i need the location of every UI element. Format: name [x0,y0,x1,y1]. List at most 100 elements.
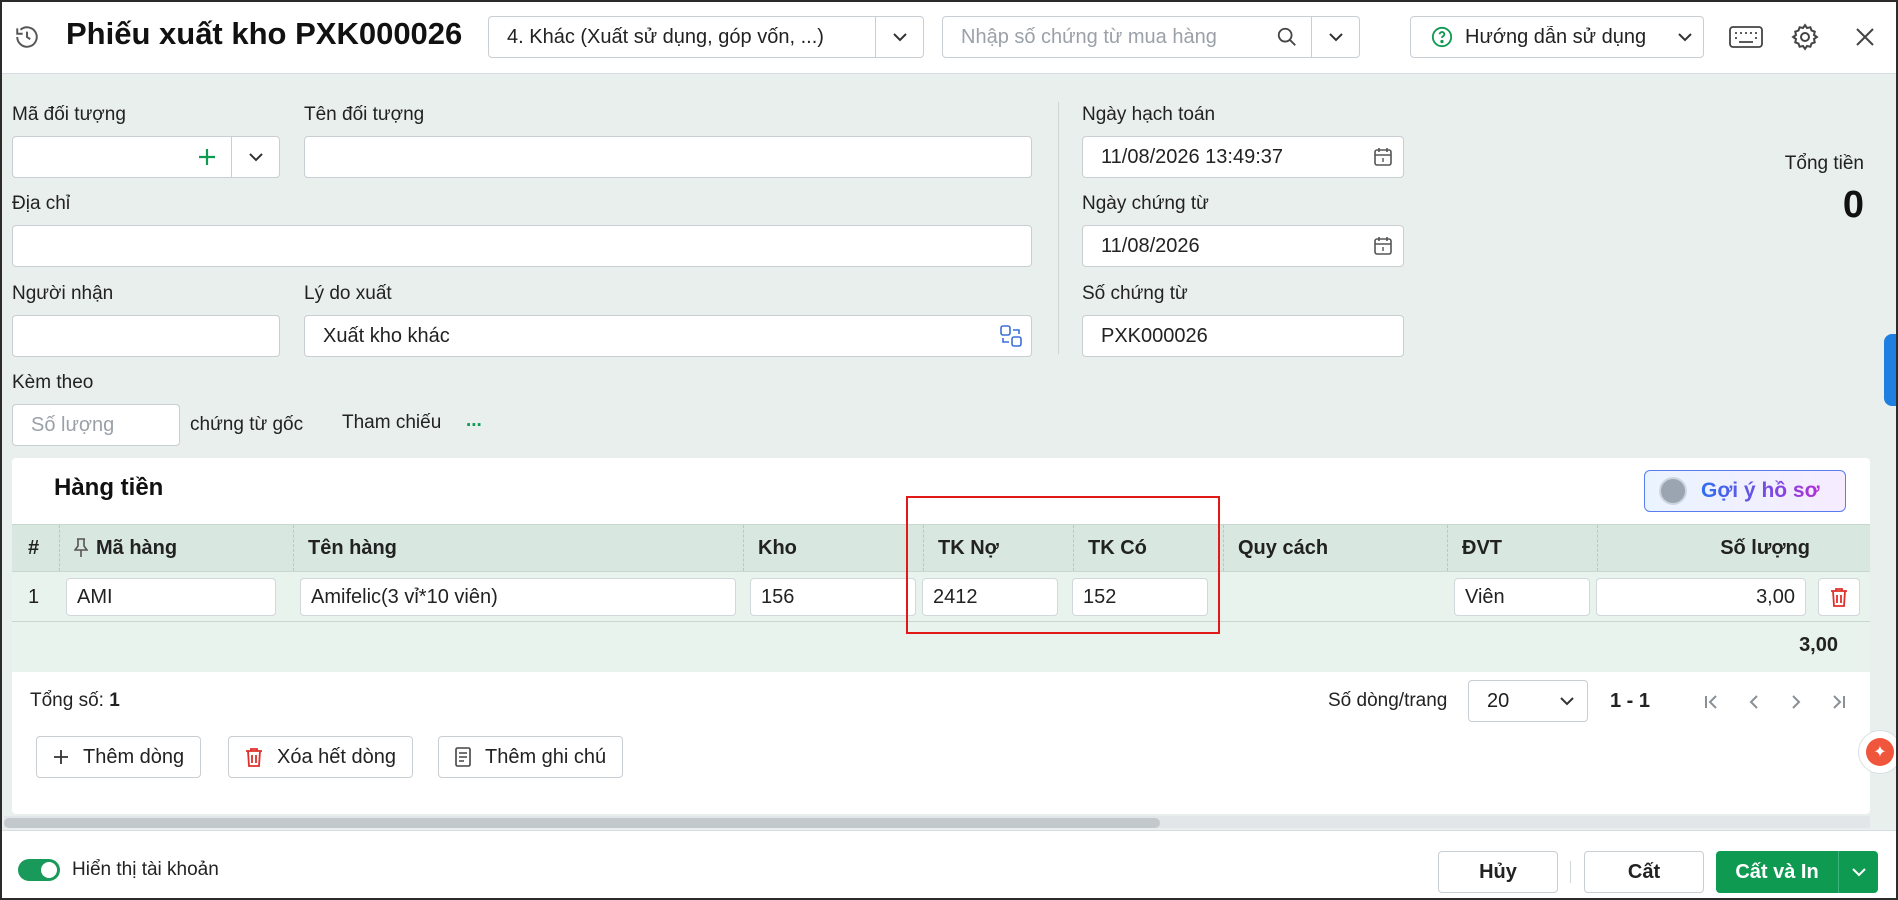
page-range: 1 - 1 [1610,690,1651,712]
chung-tu-goc-label: chứng từ gốc [190,414,304,435]
nguoi-nhan-field[interactable] [12,315,280,357]
tham-chieu-link[interactable]: Tham chiếu [342,412,441,434]
form-divider [1058,102,1059,354]
ngay-hach-toan-field[interactable]: 11/08/2026 13:49:37 [1082,136,1404,178]
col-ten-hang: Tên hàng [294,525,744,571]
help-dropdown[interactable]: Hướng dẫn sử dụng [1410,16,1704,58]
add-note-label: Thêm ghi chú [485,745,607,768]
ly-do-value[interactable]: Xuất kho khác [323,325,991,348]
table-row: 1 AMI Amifelic(3 vỉ*10 viên) 156 2412 15… [12,572,1870,622]
footer-bar: Hiển thị tài khoản Hủy Cất Cất và In [2,830,1896,898]
total-count: Tổng số: 1 [30,690,120,712]
sum-so-luong: 3,00 [1799,634,1838,656]
keyboard-icon[interactable] [1726,20,1766,54]
nguoi-nhan-label: Người nhận [12,283,114,304]
trash-icon[interactable] [1818,578,1860,616]
horizontal-scrollbar[interactable] [4,816,1870,828]
so-chung-tu-label: Số chứng từ [1082,283,1188,304]
avatar [1659,477,1687,505]
ngay-chung-tu-field[interactable]: 11/08/2026 [1082,225,1404,267]
goi-y-ho-so-button[interactable]: Gợi ý hồ sơ [1644,470,1846,512]
history-icon[interactable] [10,20,44,54]
ngay-hach-toan-value[interactable]: 11/08/2026 13:49:37 [1101,146,1363,169]
col-tk-co: TK Có [1074,525,1224,571]
ten-doi-tuong-field[interactable] [304,136,1032,178]
rows-per-page-label: Số dòng/trang [1328,690,1448,711]
ai-assistant-button[interactable]: ✦ [1858,730,1896,774]
last-page-icon[interactable] [1824,688,1852,716]
summary-row: 3,00 [12,622,1870,672]
scrollbar-thumb[interactable] [4,818,1160,828]
cancel-button[interactable]: Hủy [1438,851,1558,893]
ma-hang-cell[interactable]: AMI [66,578,276,616]
ly-do-label: Lý do xuất [304,283,392,304]
total-count-value: 1 [109,690,120,711]
close-icon[interactable] [1848,20,1882,54]
search-icon[interactable] [1263,26,1311,48]
total-count-label: Tổng số: [30,690,104,711]
ma-doi-tuong-field[interactable] [12,136,280,178]
delete-all-rows-button[interactable]: Xóa hết dòng [228,736,413,778]
so-chung-tu-field[interactable]: PXK000026 [1082,315,1404,357]
col-so-luong: Số lượng [1720,536,1810,559]
voucher-type-value: 4. Khác (Xuất sử dụng, góp vốn, ...) [507,25,824,48]
page-title: Phiếu xuất kho PXK000026 [66,16,463,51]
ten-hang-cell[interactable]: Amifelic(3 vỉ*10 viên) [300,578,736,616]
plus-icon [53,749,69,765]
kho-cell[interactable]: 156 [750,578,916,616]
col-ma-hang[interactable]: Mã hàng [60,525,294,571]
chevron-down-icon [1667,32,1703,42]
next-page-icon[interactable] [1782,688,1810,716]
so-luong-chung-tu-field[interactable]: Số lượng [12,404,180,446]
gear-icon[interactable] [1786,18,1824,56]
translate-icon[interactable] [991,324,1031,348]
show-accounts-toggle[interactable] [18,859,60,881]
prev-page-icon[interactable] [1740,688,1768,716]
goi-y-label: Gợi ý hồ sơ [1701,479,1820,502]
ngay-chung-tu-value[interactable]: 11/08/2026 [1101,235,1363,258]
col-index: # [12,525,60,571]
chevron-down-icon [1547,696,1587,706]
add-row-button[interactable]: Thêm dòng [36,736,202,778]
first-page-icon[interactable] [1698,688,1726,716]
so-luong-cell[interactable]: 3,00 [1596,578,1806,616]
dia-chi-field[interactable] [12,225,1032,267]
rows-per-page-select[interactable]: 20 [1468,680,1588,722]
voucher-type-select[interactable]: 4. Khác (Xuất sử dụng, góp vốn, ...) [488,16,924,58]
dia-chi-label: Địa chỉ [12,193,71,214]
chevron-down-icon[interactable] [1311,17,1359,57]
table-header: # Mã hàng Tên hàng Kho TK Nợ TK Có Quy c… [12,524,1870,572]
ten-doi-tuong-label: Tên đối tượng [304,104,425,125]
quy-cach-cell[interactable] [1224,578,1448,616]
more-icon[interactable]: ... [466,410,482,432]
pin-icon[interactable] [74,538,88,558]
add-row-label: Thêm dòng [83,745,185,768]
col-tk-no: TK Nợ [924,525,1074,571]
tong-tien-value: 0 [1842,184,1864,226]
trash-icon [245,747,263,767]
side-panel-toggle[interactable] [1884,334,1896,406]
chevron-down-icon[interactable] [875,17,923,57]
calendar-icon[interactable] [1363,147,1403,167]
ngay-hach-toan-label: Ngày hạch toán [1082,104,1216,125]
search-input[interactable]: Nhập số chứng từ mua hàng [943,26,1263,49]
tong-tien-label: Tổng tiền [1784,153,1864,174]
chevron-down-icon[interactable] [231,137,279,177]
ly-do-field[interactable]: Xuất kho khác [304,315,1032,357]
dvt-cell[interactable]: Viên [1454,578,1590,616]
col-ma-hang-label: Mã hàng [96,536,178,559]
hang-tien-panel: Hàng tiền Gợi ý hồ sơ # Mã hàng Tên hàng… [12,458,1870,814]
col-quy-cach: Quy cách [1224,525,1448,571]
save-button[interactable]: Cất [1584,851,1704,893]
kem-theo-label: Kèm theo [12,372,94,393]
add-note-button[interactable]: Thêm ghi chú [438,736,624,778]
question-icon [1431,26,1453,48]
chevron-down-icon[interactable] [1838,851,1878,893]
tk-no-cell[interactable]: 2412 [922,578,1058,616]
help-label: Hướng dẫn sử dụng [1465,25,1647,48]
save-print-button[interactable]: Cất và In [1716,851,1878,893]
tk-co-cell[interactable]: 152 [1072,578,1208,616]
calendar-icon[interactable] [1363,236,1403,256]
plus-icon[interactable] [183,137,231,177]
purchase-voucher-search[interactable]: Nhập số chứng từ mua hàng [942,16,1360,58]
